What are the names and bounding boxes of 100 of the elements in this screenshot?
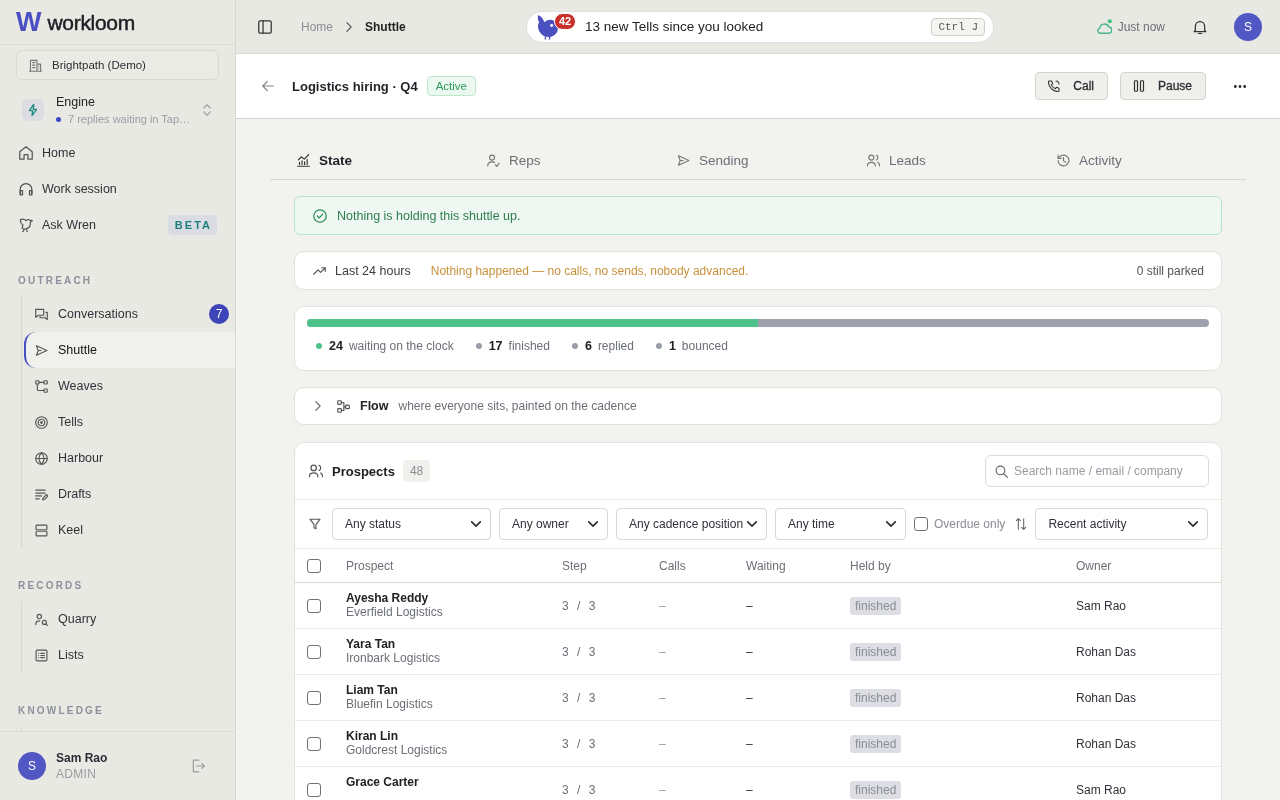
prospect-name[interactable]: Grace Carter	[346, 775, 562, 789]
sort-dropdown[interactable]: Recent activity	[1035, 508, 1209, 540]
count-badge: 7	[209, 304, 229, 324]
status-badge: finished	[850, 643, 902, 661]
column-header[interactable]: Calls	[659, 558, 746, 573]
tab[interactable]: Leads	[840, 142, 1030, 179]
nav-item[interactable]: Conversations 7	[24, 296, 235, 332]
server-icon	[35, 523, 48, 537]
globe-icon	[35, 451, 48, 465]
waiting-cell-text: –	[746, 782, 754, 797]
chevron-down-icon	[471, 521, 481, 527]
back-arrow-icon[interactable]	[262, 80, 274, 92]
nav-item[interactable]: Drafts	[24, 476, 235, 512]
waiting-cell-text: –	[746, 736, 754, 751]
row-checkbox[interactable]	[307, 598, 321, 613]
bird-icon	[19, 218, 33, 232]
legend-count: 1	[668, 339, 676, 353]
checkbox-label[interactable]: Overdue only	[934, 517, 1006, 531]
row-checkbox[interactable]	[307, 690, 321, 705]
user-search-icon	[35, 612, 48, 626]
row-checkbox[interactable]	[307, 644, 321, 659]
overdue-checkbox[interactable]	[914, 517, 928, 531]
headphones-icon	[19, 182, 33, 196]
chevron-down-icon	[588, 521, 598, 527]
breadcrumb-current: Shuttle	[365, 19, 406, 34]
nav-item[interactable]: Harbour	[24, 440, 235, 476]
avatar[interactable]: S	[18, 752, 46, 780]
filter-dropdown[interactable]: Any cadence position	[616, 508, 767, 540]
chevron-right-icon	[346, 21, 352, 32]
section-heading: RECORDS	[18, 579, 85, 593]
notification-pill[interactable]: 42 13 new Tells since you looked Ctrl J	[527, 11, 993, 42]
owner-name: Sam Rao	[1076, 782, 1128, 797]
pause-button[interactable]: Pause	[1119, 72, 1206, 100]
search-field[interactable]: Search name / email / company	[985, 455, 1209, 487]
company-name: Ironbark Logistics	[346, 651, 442, 666]
user-role: ADMIN	[56, 767, 98, 781]
sort-icon[interactable]	[1015, 518, 1028, 530]
target-icon	[35, 415, 48, 429]
list-icon	[35, 648, 48, 662]
nav-item[interactable]: Home	[0, 135, 235, 171]
workflow-icon	[35, 379, 48, 393]
user-name: Sam Rao	[56, 751, 108, 765]
logo-wordmark: workloom	[47, 11, 135, 33]
row-checkbox[interactable]	[307, 736, 321, 751]
prospect-name[interactable]: Yara Tan	[346, 637, 562, 651]
owner-name: Rohan Das	[1076, 736, 1138, 751]
nav-item[interactable]: Tells	[24, 404, 235, 440]
nav-item[interactable]: Shuttle	[24, 332, 235, 368]
sidebar-toggle-icon[interactable]	[258, 19, 272, 34]
nav-item[interactable]: Work session	[0, 171, 235, 207]
tab[interactable]: Sending	[650, 142, 840, 179]
nav-item[interactable]: Lists	[24, 637, 235, 673]
flow-card[interactable]: Flow where everyone sits, painted on the cadence	[294, 387, 1222, 425]
filter-dropdown[interactable]: Any status	[332, 508, 491, 540]
column-header[interactable]: Held by	[850, 558, 1076, 573]
legend-count: 24	[329, 339, 343, 353]
nav-item[interactable]: Keel	[24, 512, 235, 548]
column-header[interactable]: Waiting	[746, 558, 850, 573]
prospect-name[interactable]: Kiran Lin	[346, 729, 562, 743]
call-button[interactable]: Call	[1035, 72, 1108, 100]
tab[interactable]: Reps	[460, 142, 650, 179]
status-badge: Active	[426, 76, 476, 96]
beta-badge: BETA	[167, 215, 217, 235]
select-all-checkbox[interactable]	[307, 558, 321, 573]
waiting-cell-text: –	[746, 644, 754, 659]
owner-name: Sam Rao	[1076, 598, 1128, 613]
filter-dropdown[interactable]: Any time	[775, 508, 906, 540]
calls-cell-text: –	[659, 644, 667, 659]
filter-dropdown[interactable]: Any owner	[499, 508, 608, 540]
trend-up-icon	[313, 266, 326, 275]
row-checkbox[interactable]	[307, 782, 321, 797]
bell-icon[interactable]	[1193, 19, 1207, 34]
column-header[interactable]: Prospect	[346, 558, 562, 573]
legend-label: replied	[597, 339, 634, 353]
status-badge: finished	[850, 689, 902, 707]
period-label: Last 24 hours	[335, 263, 411, 278]
prospect-name[interactable]: Liam Tan	[346, 683, 562, 697]
column-header[interactable]: Owner	[1076, 558, 1221, 573]
column-header[interactable]: Step	[562, 558, 659, 573]
send-icon	[35, 343, 48, 357]
avatar[interactable]: S	[1234, 12, 1262, 41]
engine-title: Engine	[56, 95, 96, 109]
legend-label: waiting on the clock	[348, 339, 454, 353]
cloud-icon	[1095, 18, 1112, 35]
count-badge: 42	[554, 12, 577, 30]
step-cell-text: 3 / 3	[562, 736, 597, 751]
company-name: Goldcrest Logistics	[346, 743, 449, 758]
chevron-right-icon[interactable]	[315, 401, 321, 411]
flow-subtitle: where everyone sits, painted on the cadence	[398, 399, 637, 413]
nav-item[interactable]: Quarry	[24, 601, 235, 637]
users-icon	[309, 464, 323, 478]
nav-item[interactable]: Weaves	[24, 368, 235, 404]
prospect-name[interactable]: Ayesha Reddy	[346, 591, 562, 605]
tab[interactable]: Activity	[1030, 142, 1220, 179]
tab[interactable]: State	[270, 142, 460, 179]
more-icon[interactable]	[1234, 84, 1246, 88]
workspace-switcher[interactable]: Brightpath (Demo)	[16, 50, 219, 80]
nav-item[interactable]: Ask Wren BETA	[0, 207, 235, 243]
status-message: Nothing is holding this shuttle up.	[337, 208, 521, 223]
chevron-down-icon	[1188, 521, 1199, 527]
